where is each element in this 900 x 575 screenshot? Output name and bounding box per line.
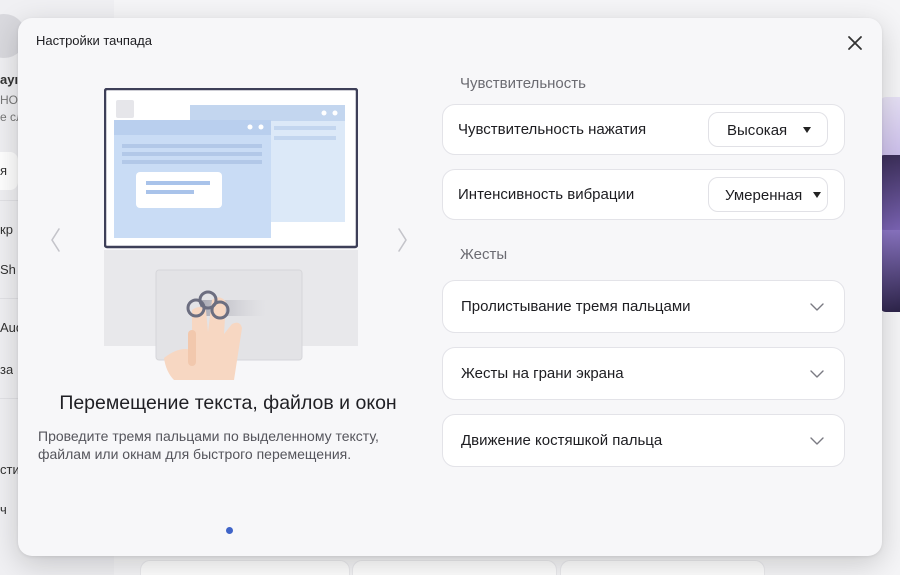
dialog-title: Настройки тачпада <box>36 33 152 48</box>
previous-slide-button[interactable] <box>48 226 62 254</box>
gesture-item-label: Жесты на грани экрана <box>461 365 624 382</box>
feature-description: Проведите тремя пальцами по выделенному … <box>38 428 379 462</box>
carousel-page-indicator[interactable] <box>226 527 233 534</box>
gesture-item-label: Пролистывание тремя пальцами <box>461 298 691 315</box>
section-label-gestures: Жесты <box>460 246 508 263</box>
caret-down-icon <box>813 192 821 198</box>
chevron-down-icon <box>810 303 824 311</box>
gesture-illustration <box>104 88 358 380</box>
close-icon <box>848 36 862 50</box>
gesture-item-label: Движение костяшкой пальца <box>461 432 663 449</box>
press-sensitivity-dropdown[interactable]: Высокая <box>708 112 828 147</box>
chevron-down-icon <box>810 370 824 378</box>
press-sensitivity-label: Чувствительность нажатия <box>458 121 647 138</box>
chevron-down-icon <box>810 437 824 445</box>
background-card <box>560 560 765 575</box>
background-image-thumbnail[interactable] <box>880 155 900 230</box>
sidebar-item[interactable]: за <box>0 362 13 377</box>
next-slide-button[interactable] <box>396 226 410 254</box>
sidebar-item[interactable]: сти <box>0 462 20 477</box>
caret-down-icon <box>803 127 811 133</box>
feature-title: Перемещение текста, файлов и окон <box>59 392 397 414</box>
gesture-item-edge-gestures[interactable]: Жесты на грани экрана <box>442 347 845 400</box>
close-button[interactable] <box>842 30 868 56</box>
touchpad-settings-dialog: Настройки тачпада Перемещение текста, фа… <box>18 18 882 556</box>
chevron-left-icon <box>51 228 60 252</box>
vibration-intensity-row: Интенсивность вибрации Умеренная <box>442 169 845 220</box>
sidebar-item[interactable]: Sh <box>0 262 16 277</box>
chevron-right-icon <box>398 228 407 252</box>
background-card <box>352 560 557 575</box>
gesture-item-knuckle[interactable]: Движение костяшкой пальца <box>442 414 845 467</box>
sidebar-fragment: я <box>0 163 8 178</box>
press-sensitivity-row: Чувствительность нажатия Высокая <box>442 104 845 155</box>
vibration-intensity-label: Интенсивность вибрации <box>458 186 635 203</box>
sidebar-item[interactable]: ч <box>0 502 7 517</box>
sidebar-item[interactable]: кр <box>0 222 13 237</box>
sidebar-fragment: ayı <box>0 72 19 87</box>
dropdown-value: Умеренная <box>725 187 803 204</box>
gesture-item-three-finger-swipe[interactable]: Пролистывание тремя пальцами <box>442 280 845 333</box>
background-card <box>140 560 350 575</box>
section-label-sensitivity: Чувствительность <box>460 75 586 92</box>
dropdown-value: Высокая <box>727 122 788 139</box>
vibration-intensity-dropdown[interactable]: Умеренная <box>708 177 828 212</box>
